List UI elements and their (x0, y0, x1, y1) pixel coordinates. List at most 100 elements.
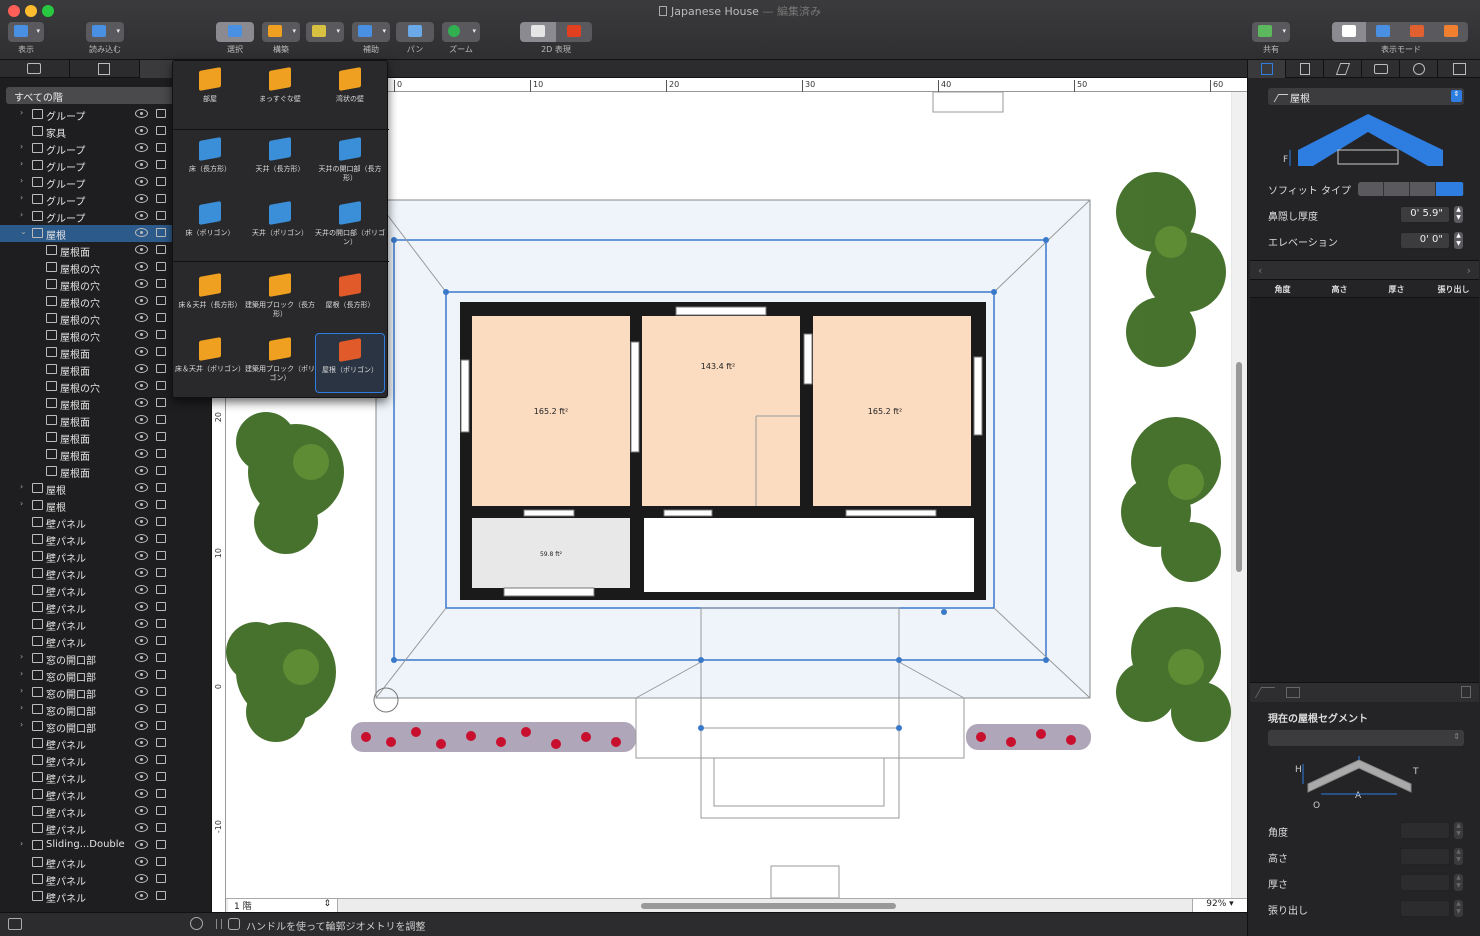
eye-icon[interactable] (135, 466, 148, 475)
build-menu-item[interactable]: 天井（ポリゴン） (245, 197, 315, 257)
floor-tool-button[interactable]: ▾ (306, 22, 344, 42)
layer-row[interactable]: 屋根面 (0, 429, 200, 446)
chevron-right-icon[interactable]: › (20, 210, 23, 219)
eave-input[interactable]: 0' 5.9" (1400, 206, 1450, 223)
layer-row[interactable]: 屋根面 (0, 361, 200, 378)
eye-icon[interactable] (135, 551, 148, 560)
viewmode-split-button[interactable] (1400, 22, 1434, 42)
lock-icon[interactable] (156, 891, 166, 900)
lock-icon[interactable] (156, 347, 166, 356)
lock-icon[interactable] (156, 789, 166, 798)
eye-icon[interactable] (135, 109, 148, 118)
layer-row[interactable]: 壁パネル (0, 735, 200, 752)
eye-icon[interactable] (135, 143, 148, 152)
eye-icon[interactable] (135, 704, 148, 713)
hallway[interactable] (644, 518, 974, 592)
lock-icon[interactable] (156, 721, 166, 730)
build-menu-item[interactable]: 屋根（長方形） (315, 269, 385, 329)
layer-row[interactable]: 屋根面 (0, 412, 200, 429)
segment-column-header[interactable]: 角度 (1254, 284, 1311, 295)
presentation-2d-button[interactable] (556, 22, 592, 42)
layer-row[interactable]: › 窓の開口部 (0, 684, 200, 701)
eye-icon[interactable] (135, 347, 148, 356)
soffit-type-2[interactable] (1384, 182, 1410, 196)
lock-icon[interactable] (156, 483, 166, 492)
lock-icon[interactable] (156, 840, 166, 849)
build-menu-item[interactable]: 床（長方形） (175, 133, 245, 193)
chevron-right-icon[interactable]: › (20, 669, 23, 678)
build-menu-item[interactable]: 建築用ブロック（長方形） (245, 269, 315, 329)
eye-icon[interactable] (135, 177, 148, 186)
chevron-right-icon[interactable]: › (20, 176, 23, 185)
layer-row[interactable]: › グループ (0, 208, 200, 225)
chevron-right-icon[interactable]: › (20, 482, 23, 491)
lock-icon[interactable] (156, 466, 166, 475)
eye-icon[interactable] (135, 483, 148, 492)
chevron-right-icon[interactable]: › (20, 108, 23, 117)
elevation-input[interactable]: 0' 0" (1400, 232, 1450, 249)
layer-row[interactable]: › 窓の開口部 (0, 701, 200, 718)
build-menu-item[interactable]: 天井の開口部（ポリゴン） (315, 197, 385, 257)
import-button[interactable]: ▾ (86, 22, 124, 42)
lock-icon[interactable] (156, 245, 166, 254)
vertical-scrollbar[interactable] (1232, 92, 1247, 898)
segment-column-header[interactable]: 厚さ (1368, 284, 1425, 295)
lock-icon[interactable] (156, 551, 166, 560)
eave-stepper[interactable]: ▲ ▼ (1454, 206, 1463, 223)
layer-row[interactable]: › 窓の開口部 (0, 718, 200, 735)
segment-field-input[interactable] (1400, 822, 1450, 839)
lock-icon[interactable] (156, 432, 166, 441)
segment-field-stepper[interactable]: ▲ ▼ (1454, 874, 1463, 891)
segment-field-stepper[interactable]: ▲ ▼ (1454, 900, 1463, 917)
eye-icon[interactable] (135, 721, 148, 730)
build-menu-item[interactable]: まっすぐな壁 (245, 63, 315, 123)
eye-icon[interactable] (135, 636, 148, 645)
lock-icon[interactable] (156, 381, 166, 390)
pan-tool-button[interactable] (396, 22, 434, 42)
layer-row[interactable]: 壁パネル (0, 514, 200, 531)
viewmode-3d-button[interactable] (1366, 22, 1400, 42)
eye-icon[interactable] (135, 245, 148, 254)
layer-row[interactable]: › グループ (0, 140, 200, 157)
lock-icon[interactable] (156, 568, 166, 577)
layer-row[interactable]: 屋根の穴 (0, 378, 200, 395)
lock-icon[interactable] (156, 143, 166, 152)
layer-row[interactable]: ⌄ 屋根 (0, 225, 200, 242)
vertical-scroll-thumb[interactable] (1236, 362, 1242, 572)
tab-object[interactable] (1248, 60, 1286, 78)
lock-icon[interactable] (156, 177, 166, 186)
lock-icon[interactable] (156, 823, 166, 832)
layer-row[interactable]: 壁パネル (0, 769, 200, 786)
lock-icon[interactable] (156, 313, 166, 322)
layer-row[interactable]: 屋根の穴 (0, 310, 200, 327)
eye-icon[interactable] (135, 415, 148, 424)
image-icon[interactable] (8, 918, 22, 930)
layer-row[interactable]: 壁パネル (0, 616, 200, 633)
layer-row[interactable]: › グループ (0, 106, 200, 123)
segment-field-input[interactable] (1400, 848, 1450, 865)
layer-row[interactable]: 屋根面 (0, 242, 200, 259)
build-menu-item[interactable]: 屋根（ポリゴン） (315, 333, 385, 393)
eye-icon[interactable] (135, 500, 148, 509)
eye-icon[interactable] (135, 585, 148, 594)
lock-icon[interactable] (156, 262, 166, 271)
eye-icon[interactable] (135, 228, 148, 237)
layer-row[interactable]: 壁パネル (0, 888, 200, 905)
eye-icon[interactable] (135, 823, 148, 832)
chevron-right-icon[interactable]: › (20, 652, 23, 661)
build-menu-item[interactable]: 床（ポリゴン） (175, 197, 245, 257)
split-segment-icon[interactable] (1286, 687, 1300, 698)
segment-field-stepper[interactable]: ▲ ▼ (1454, 848, 1463, 865)
layer-row[interactable]: 屋根の穴 (0, 276, 200, 293)
lock-icon[interactable] (156, 194, 166, 203)
eye-icon[interactable] (135, 568, 148, 577)
segment-column-header[interactable]: 高さ (1311, 284, 1368, 295)
chevron-right-icon[interactable]: › (20, 839, 23, 848)
eye-icon[interactable] (135, 160, 148, 169)
segment-column-header[interactable]: 張り出し (1425, 284, 1480, 295)
eye-icon[interactable] (135, 330, 148, 339)
layer-row[interactable]: 壁パネル (0, 871, 200, 888)
lock-icon[interactable] (156, 449, 166, 458)
segment-field-input[interactable] (1400, 874, 1450, 891)
lock-icon[interactable] (156, 874, 166, 883)
